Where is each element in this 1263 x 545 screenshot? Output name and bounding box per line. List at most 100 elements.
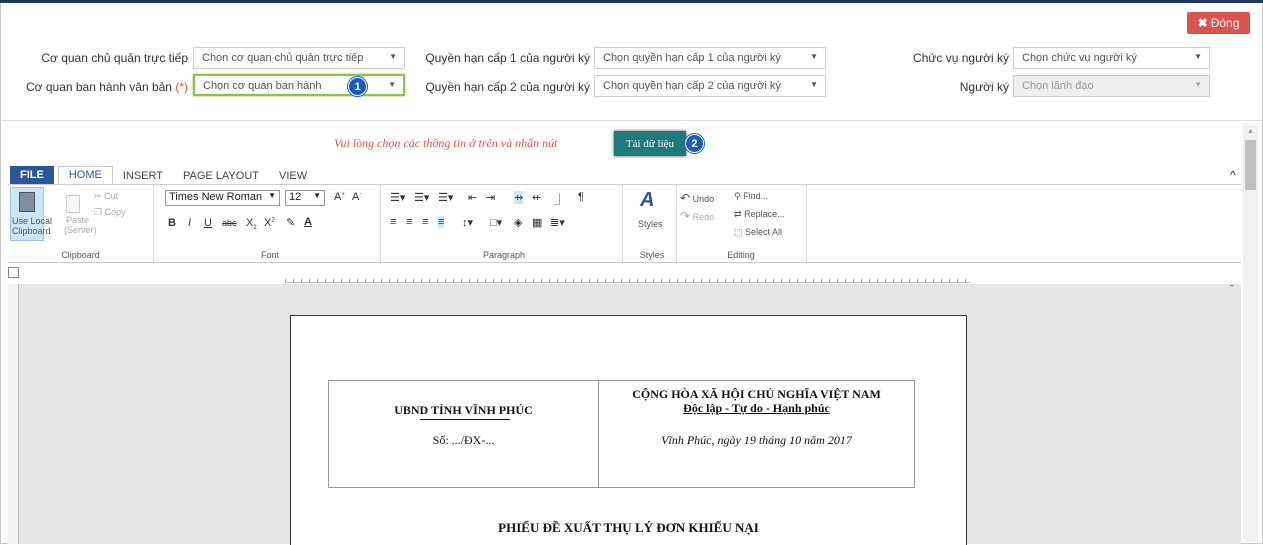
grow-font-icon[interactable]: A+ [334,191,345,203]
binoculars-icon: ⚲ [734,191,741,201]
font-family-value: Times New Roman [169,191,263,203]
shading-icon[interactable]: ◈ [514,216,522,229]
form-separator [0,120,1263,121]
parent-agency-value: Chọn cơ quan chủ quản trực tiếp [202,52,364,64]
chevron-down-icon[interactable]: ˜ [1230,284,1233,295]
select-all-button[interactable]: ⬚ Select All [734,227,782,238]
chevron-down-icon: ▼ [268,191,276,200]
bold-icon[interactable]: B [168,217,176,229]
tab-home[interactable]: HOME [57,166,113,184]
use-local-clipboard-button[interactable]: Use Local Clipboard [10,187,52,241]
ruler-corner[interactable] [8,267,19,278]
bullets-icon[interactable]: ☰▾ [390,191,405,204]
ribbon: Use Local Clipboard Paste (Server) ✂ Cut… [8,184,1241,263]
document-number: Số: .../ĐX-... [432,433,495,447]
parent-agency-select[interactable]: Chọn cơ quan chủ quản trực tiếp ▼ [193,47,405,69]
issuing-agency-value: Chọn cơ quan ban hành [203,80,322,92]
horizontal-ruler[interactable] [285,266,970,283]
signer-position-select[interactable]: Chọn chức vụ người ký ▼ [1013,47,1210,69]
step-badge-1: 1 [348,77,367,96]
strikethrough-icon[interactable]: abc [222,218,237,228]
chevron-down-icon: ▼ [389,52,397,61]
vertical-ruler[interactable] [8,284,19,544]
find-label: Find... [743,191,769,201]
authority-level-1-select[interactable]: Chọn quyền hạn cấp 1 của người ký ▼ [594,47,826,69]
label-signer-position: Chức vụ người ký [913,51,1009,65]
load-data-button[interactable]: Tải dữ liệu [614,131,686,156]
underline-icon[interactable]: U [204,217,212,229]
document-date: Vĩnh Phúc, ngày 19 tháng 10 năm 2017 [661,433,852,447]
tab-file[interactable]: FILE [10,166,54,184]
font-family-select[interactable]: Times New Roman ▼ [165,190,280,206]
subscript-icon[interactable]: X2 [246,217,257,231]
justify-icon[interactable]: ≡ [438,216,445,228]
close-icon: ✖ [1197,16,1208,30]
document-motto: Độc lập - Tự do - Hạnh phúc [683,401,830,415]
issuing-agency-label-text: Cơ quan ban hành văn bản [25,80,172,94]
redo-button[interactable]: ↷ Redo [680,209,714,223]
label-issuing-agency: Cơ quan ban hành văn bản (*) [22,80,188,94]
paragraph-group: ☰▾ ☰▾ ☰▾ ⇤ ⇥ ⇸ ⇷ ⏌ ¶ ≡ ≡ ≡ ≡ ↕▾ □▾ ◈ ▦ ≣… [386,185,623,262]
ltr-icon[interactable]: ⇸ [514,191,524,204]
document-page[interactable]: UBND TỈNH VĨNH PHÚC Số: .../ĐX-... CỘNG … [290,315,967,545]
editing-group: ↶ Undo ↷ Redo ⚲ Find... ⇄ Replace... ⬚ S… [676,185,807,262]
undo-button[interactable]: ↶ Undo [680,191,714,205]
numbering-icon[interactable]: ☰▾ [414,191,429,204]
step-badge-2: 2 [685,134,704,153]
clipboard-group: Use Local Clipboard Paste (Server) ✂ Cut… [8,185,154,262]
select-all-icon: ⬚ [734,227,743,237]
replace-button[interactable]: ⇄ Replace... [734,209,785,220]
top-border [0,0,1263,3]
label-authority-level-1: Quyền hạn cấp 1 của người ký [425,51,590,65]
borders-icon[interactable]: □▾ [490,216,502,229]
copy-icon: ❐ [94,207,103,217]
paste-label[interactable]: Paste [66,215,89,225]
paste-server-label: (Server) [64,225,97,235]
superscript-icon[interactable]: X2 [264,217,275,229]
cut-button[interactable]: ✂ Cut [94,191,118,202]
chevron-down-icon: ▼ [810,52,818,61]
font-group: Times New Roman ▼ 12 ▼ A+ A- B I U abc X2 … [160,185,381,262]
paragraph-group-title: Paragraph [482,250,526,260]
align-center-icon[interactable]: ≡ [406,216,412,228]
line-spacing-icon[interactable]: ↕▾ [462,216,473,229]
multilevel-list-icon[interactable]: ☰▾ [438,191,453,204]
scroll-up-icon[interactable]: ▲ [1247,128,1254,135]
rtl-icon[interactable]: ⇷ [532,191,541,204]
vertical-scrollbar[interactable]: ▲ [1243,124,1258,542]
copy-button[interactable]: ❐ Copy [94,207,126,218]
table-icon[interactable]: ▦ [532,216,542,229]
pilcrow-icon[interactable]: ¶ [578,191,584,203]
font-color-icon[interactable]: A [304,216,312,228]
collapse-ribbon-icon[interactable]: ^ [1230,168,1236,182]
page-break-icon[interactable]: ⏌ [554,191,565,207]
decrease-indent-icon[interactable]: ⇤ [468,191,477,204]
font-size-select[interactable]: 12 ▼ [285,190,325,206]
scroll-thumb[interactable] [1245,140,1256,190]
highlight-icon[interactable]: ✎ [286,216,295,229]
replace-label: Replace... [744,209,785,219]
find-button[interactable]: ⚲ Find... [734,191,768,202]
increase-indent-icon[interactable]: ⇥ [486,191,495,204]
tab-insert[interactable]: INSERT [113,168,173,184]
paste-icon [66,195,80,213]
authority-level-2-select[interactable]: Chọn quyền hạn cấp 2 của người ký ▼ [594,75,826,97]
replace-icon: ⇄ [734,209,742,219]
close-label: Đóng [1210,16,1240,30]
issuing-agency-select[interactable]: Chọn cơ quan ban hành ▼ [193,74,405,96]
tab-page-layout[interactable]: PAGE LAYOUT [173,168,269,184]
close-button[interactable]: ✖ Đóng [1187,12,1250,34]
select-all-label: Select All [745,227,783,237]
tab-view[interactable]: VIEW [269,168,317,184]
shrink-font-icon[interactable]: A- [352,191,361,203]
chevron-down-icon: ▼ [1194,52,1202,61]
align-left-icon[interactable]: ≡ [390,216,396,228]
signer-select[interactable]: Chọn lãnh đạo ▼ [1013,75,1210,97]
paragraph-style-icon[interactable]: ≣▾ [550,216,565,229]
align-right-icon[interactable]: ≡ [422,216,428,228]
italic-icon[interactable]: I [188,217,191,229]
styles-icon[interactable]: A [640,189,654,212]
chevron-down-icon: ▼ [810,80,818,89]
editing-group-title: Editing [727,250,755,260]
styles-label[interactable]: Styles [638,219,663,229]
